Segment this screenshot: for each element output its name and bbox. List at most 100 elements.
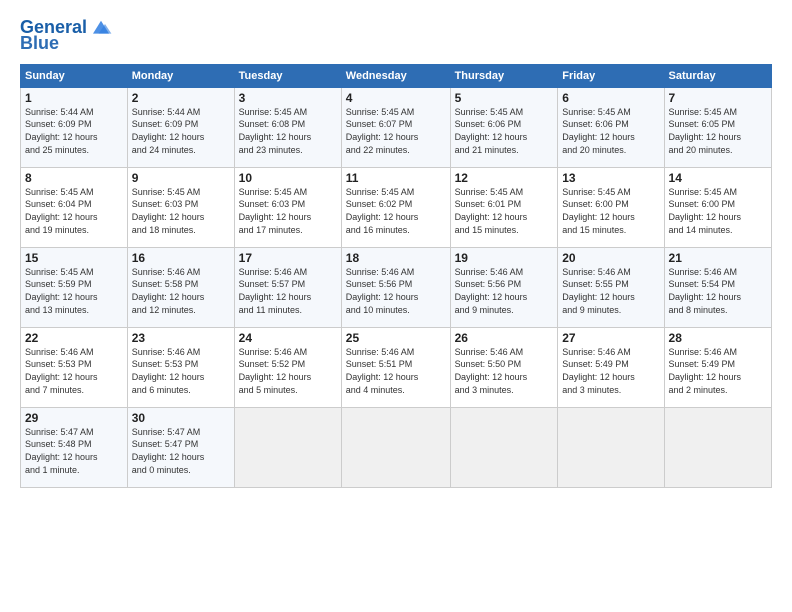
day-info: Sunrise: 5:46 AMSunset: 5:56 PMDaylight:… [455,266,554,316]
logo: General Blue [20,18,113,54]
calendar-cell: 24Sunrise: 5:46 AMSunset: 5:52 PMDayligh… [234,327,341,407]
day-number: 9 [132,171,230,185]
day-info: Sunrise: 5:45 AMSunset: 6:08 PMDaylight:… [239,106,337,156]
calendar-cell: 23Sunrise: 5:46 AMSunset: 5:53 PMDayligh… [127,327,234,407]
logo-icon [89,18,113,38]
day-number: 19 [455,251,554,265]
calendar-cell [664,407,771,487]
day-info: Sunrise: 5:45 AMSunset: 6:03 PMDaylight:… [239,186,337,236]
calendar-cell: 19Sunrise: 5:46 AMSunset: 5:56 PMDayligh… [450,247,558,327]
calendar-cell: 27Sunrise: 5:46 AMSunset: 5:49 PMDayligh… [558,327,664,407]
weekday-header-thursday: Thursday [450,64,558,87]
day-number: 15 [25,251,123,265]
day-info: Sunrise: 5:44 AMSunset: 6:09 PMDaylight:… [132,106,230,156]
page-header: General Blue [20,18,772,54]
day-info: Sunrise: 5:46 AMSunset: 5:53 PMDaylight:… [25,346,123,396]
day-info: Sunrise: 5:45 AMSunset: 6:02 PMDaylight:… [346,186,446,236]
day-number: 29 [25,411,123,425]
calendar-cell [341,407,450,487]
day-number: 17 [239,251,337,265]
weekday-header-tuesday: Tuesday [234,64,341,87]
day-info: Sunrise: 5:44 AMSunset: 6:09 PMDaylight:… [25,106,123,156]
day-info: Sunrise: 5:45 AMSunset: 6:00 PMDaylight:… [562,186,659,236]
calendar-cell: 5Sunrise: 5:45 AMSunset: 6:06 PMDaylight… [450,87,558,167]
day-info: Sunrise: 5:46 AMSunset: 5:55 PMDaylight:… [562,266,659,316]
calendar-cell: 2Sunrise: 5:44 AMSunset: 6:09 PMDaylight… [127,87,234,167]
day-number: 10 [239,171,337,185]
day-number: 2 [132,91,230,105]
calendar-cell: 25Sunrise: 5:46 AMSunset: 5:51 PMDayligh… [341,327,450,407]
day-info: Sunrise: 5:45 AMSunset: 6:06 PMDaylight:… [562,106,659,156]
day-info: Sunrise: 5:45 AMSunset: 6:05 PMDaylight:… [669,106,767,156]
day-number: 18 [346,251,446,265]
day-number: 20 [562,251,659,265]
calendar-cell: 13Sunrise: 5:45 AMSunset: 6:00 PMDayligh… [558,167,664,247]
day-number: 1 [25,91,123,105]
day-number: 24 [239,331,337,345]
day-number: 16 [132,251,230,265]
calendar-week-4: 22Sunrise: 5:46 AMSunset: 5:53 PMDayligh… [21,327,772,407]
calendar-week-3: 15Sunrise: 5:45 AMSunset: 5:59 PMDayligh… [21,247,772,327]
calendar-cell: 4Sunrise: 5:45 AMSunset: 6:07 PMDaylight… [341,87,450,167]
calendar-cell: 10Sunrise: 5:45 AMSunset: 6:03 PMDayligh… [234,167,341,247]
calendar-cell: 14Sunrise: 5:45 AMSunset: 6:00 PMDayligh… [664,167,771,247]
calendar-cell: 9Sunrise: 5:45 AMSunset: 6:03 PMDaylight… [127,167,234,247]
calendar-cell: 12Sunrise: 5:45 AMSunset: 6:01 PMDayligh… [450,167,558,247]
calendar-cell: 22Sunrise: 5:46 AMSunset: 5:53 PMDayligh… [21,327,128,407]
calendar-cell: 29Sunrise: 5:47 AMSunset: 5:48 PMDayligh… [21,407,128,487]
calendar-cell: 30Sunrise: 5:47 AMSunset: 5:47 PMDayligh… [127,407,234,487]
weekday-header-wednesday: Wednesday [341,64,450,87]
day-info: Sunrise: 5:45 AMSunset: 6:04 PMDaylight:… [25,186,123,236]
day-number: 14 [669,171,767,185]
calendar-cell: 15Sunrise: 5:45 AMSunset: 5:59 PMDayligh… [21,247,128,327]
day-number: 25 [346,331,446,345]
weekday-header-saturday: Saturday [664,64,771,87]
day-number: 11 [346,171,446,185]
day-info: Sunrise: 5:45 AMSunset: 6:00 PMDaylight:… [669,186,767,236]
calendar-cell: 8Sunrise: 5:45 AMSunset: 6:04 PMDaylight… [21,167,128,247]
calendar-cell: 18Sunrise: 5:46 AMSunset: 5:56 PMDayligh… [341,247,450,327]
weekday-header-sunday: Sunday [21,64,128,87]
day-info: Sunrise: 5:46 AMSunset: 5:56 PMDaylight:… [346,266,446,316]
calendar-cell: 11Sunrise: 5:45 AMSunset: 6:02 PMDayligh… [341,167,450,247]
calendar-cell: 1Sunrise: 5:44 AMSunset: 6:09 PMDaylight… [21,87,128,167]
day-info: Sunrise: 5:46 AMSunset: 5:57 PMDaylight:… [239,266,337,316]
day-number: 28 [669,331,767,345]
calendar-week-2: 8Sunrise: 5:45 AMSunset: 6:04 PMDaylight… [21,167,772,247]
day-number: 12 [455,171,554,185]
day-info: Sunrise: 5:45 AMSunset: 6:01 PMDaylight:… [455,186,554,236]
day-info: Sunrise: 5:45 AMSunset: 5:59 PMDaylight:… [25,266,123,316]
day-info: Sunrise: 5:45 AMSunset: 6:07 PMDaylight:… [346,106,446,156]
day-info: Sunrise: 5:46 AMSunset: 5:53 PMDaylight:… [132,346,230,396]
day-number: 23 [132,331,230,345]
day-number: 5 [455,91,554,105]
day-number: 8 [25,171,123,185]
day-number: 7 [669,91,767,105]
day-info: Sunrise: 5:45 AMSunset: 6:03 PMDaylight:… [132,186,230,236]
day-number: 21 [669,251,767,265]
day-number: 22 [25,331,123,345]
day-number: 27 [562,331,659,345]
day-info: Sunrise: 5:46 AMSunset: 5:49 PMDaylight:… [669,346,767,396]
day-info: Sunrise: 5:47 AMSunset: 5:48 PMDaylight:… [25,426,123,476]
day-number: 30 [132,411,230,425]
calendar-table: SundayMondayTuesdayWednesdayThursdayFrid… [20,64,772,488]
calendar-week-1: 1Sunrise: 5:44 AMSunset: 6:09 PMDaylight… [21,87,772,167]
calendar-cell: 3Sunrise: 5:45 AMSunset: 6:08 PMDaylight… [234,87,341,167]
day-info: Sunrise: 5:47 AMSunset: 5:47 PMDaylight:… [132,426,230,476]
day-number: 26 [455,331,554,345]
calendar-cell: 17Sunrise: 5:46 AMSunset: 5:57 PMDayligh… [234,247,341,327]
calendar-cell [234,407,341,487]
calendar-cell: 28Sunrise: 5:46 AMSunset: 5:49 PMDayligh… [664,327,771,407]
calendar-cell [450,407,558,487]
day-info: Sunrise: 5:46 AMSunset: 5:58 PMDaylight:… [132,266,230,316]
day-number: 4 [346,91,446,105]
day-info: Sunrise: 5:46 AMSunset: 5:54 PMDaylight:… [669,266,767,316]
calendar-cell: 16Sunrise: 5:46 AMSunset: 5:58 PMDayligh… [127,247,234,327]
page-container: General Blue SundayMondayTuesdayWednesda… [0,0,792,498]
logo-blue-text: Blue [20,34,59,54]
weekday-header-friday: Friday [558,64,664,87]
day-info: Sunrise: 5:46 AMSunset: 5:52 PMDaylight:… [239,346,337,396]
calendar-cell: 6Sunrise: 5:45 AMSunset: 6:06 PMDaylight… [558,87,664,167]
weekday-header-monday: Monday [127,64,234,87]
